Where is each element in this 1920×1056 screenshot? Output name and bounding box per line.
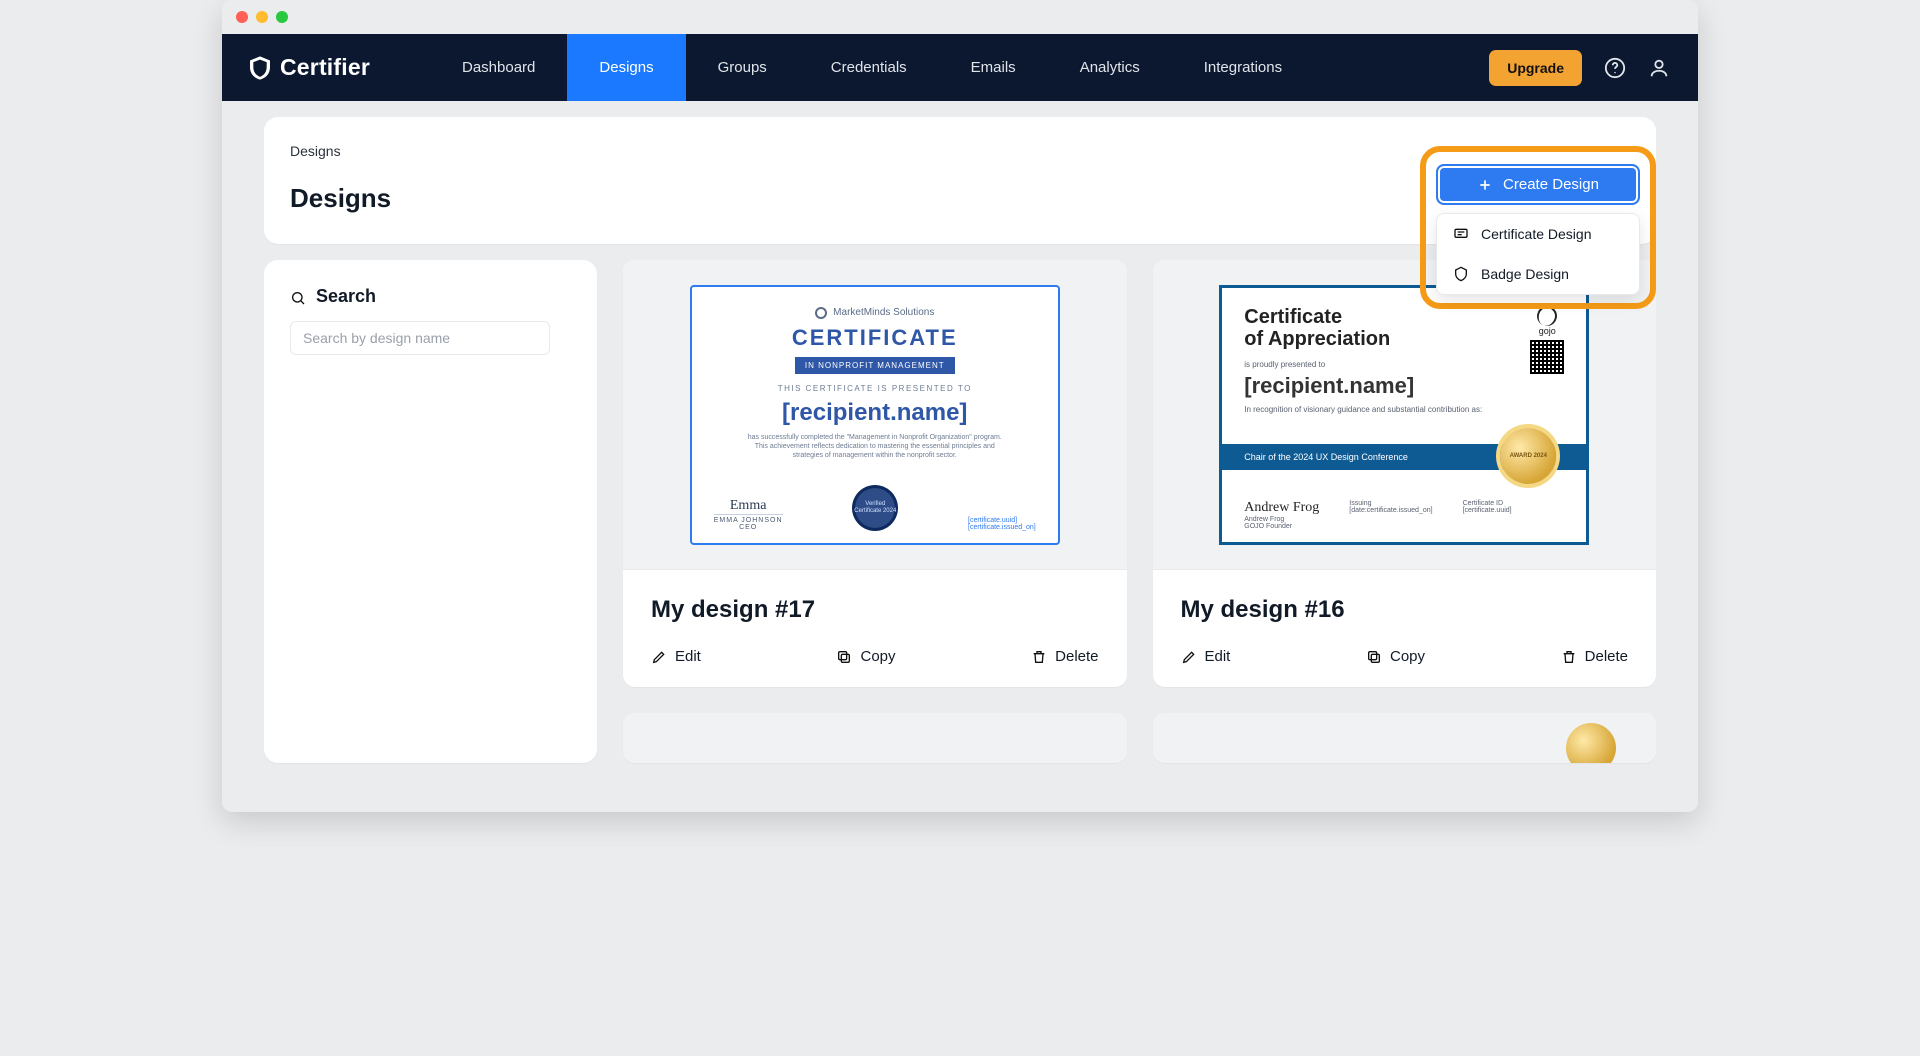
brand-logo[interactable]: Certifier: [250, 54, 370, 81]
edit-button[interactable]: Edit: [651, 648, 701, 665]
nav-emails[interactable]: Emails: [939, 34, 1048, 101]
top-navbar: Certifier Dashboard Designs Groups Crede…: [222, 34, 1698, 101]
copy-label: Copy: [1390, 648, 1425, 665]
trash-icon: [1561, 649, 1577, 665]
window-minimize-icon[interactable]: [256, 11, 268, 23]
award-medal-icon: AWARD 2024: [1500, 428, 1556, 484]
upgrade-button[interactable]: Upgrade: [1489, 50, 1582, 86]
cert2-title2: of Appreciation: [1244, 328, 1390, 350]
edit-label: Edit: [1205, 648, 1231, 665]
dropdown-certificate-design[interactable]: Certificate Design: [1437, 214, 1639, 254]
create-design-highlight: Create Design Certificate Design Badge D…: [1420, 146, 1656, 309]
certificate-preview: Certificateof Appreciation is proudly pr…: [1219, 285, 1589, 545]
create-design-dropdown: Certificate Design Badge Design: [1436, 213, 1640, 295]
cert-signer-name: EMMA JOHNSON: [714, 517, 783, 524]
design-title: My design #16: [1153, 570, 1657, 644]
cert-body: has successfully completed the "Manageme…: [720, 433, 1030, 460]
help-icon[interactable]: [1604, 57, 1626, 79]
search-label: Search: [290, 286, 571, 307]
delete-label: Delete: [1055, 648, 1098, 665]
design-card[interactable]: MarketMinds Solutions CERTIFICATE IN NON…: [623, 260, 1127, 687]
pencil-icon: [1181, 649, 1197, 665]
trash-icon: [1031, 649, 1047, 665]
cert-presented: THIS CERTIFICATE IS PRESENTED TO: [720, 384, 1030, 393]
window-close-icon[interactable]: [236, 11, 248, 23]
copy-button[interactable]: Copy: [1366, 648, 1425, 665]
dropdown-item-label: Badge Design: [1481, 266, 1569, 282]
create-design-button[interactable]: Create Design: [1436, 164, 1640, 205]
seal-icon: Verified Certificate 2024: [852, 485, 898, 531]
delete-button[interactable]: Delete: [1031, 648, 1098, 665]
qr-code-icon: [1530, 340, 1564, 374]
copy-icon: [1366, 649, 1382, 665]
nav-groups[interactable]: Groups: [686, 34, 799, 101]
edit-button[interactable]: Edit: [1181, 648, 1231, 665]
nav-integrations[interactable]: Integrations: [1172, 34, 1314, 101]
delete-label: Delete: [1585, 648, 1628, 665]
design-card-peek[interactable]: [1153, 713, 1657, 763]
copy-label: Copy: [860, 648, 895, 665]
search-icon: [290, 289, 306, 305]
cert-meta-uuid: [certificate.uuid]: [968, 517, 1036, 524]
cert2-col2-label: Issuing: [1349, 500, 1432, 507]
cert2-signer-name: Andrew Frog: [1244, 516, 1319, 523]
window-titlebar: [222, 0, 1698, 34]
design-title: My design #17: [623, 570, 1127, 644]
cert2-sig-script: Andrew Frog: [1244, 500, 1319, 516]
certificate-preview: MarketMinds Solutions CERTIFICATE IN NON…: [690, 285, 1060, 545]
dropdown-item-label: Certificate Design: [1481, 226, 1592, 242]
cert-meta-date: [certificate.issued_on]: [968, 524, 1036, 531]
profile-icon[interactable]: [1648, 57, 1670, 79]
cert2-col3-value: [certificate.uuid]: [1463, 507, 1512, 514]
brand-name: Certifier: [280, 54, 370, 81]
cert-recipient: [recipient.name]: [720, 399, 1030, 427]
cert2-signer-role: GOJO Founder: [1244, 523, 1319, 530]
cert-brand: MarketMinds Solutions: [833, 307, 934, 318]
copy-icon: [836, 649, 852, 665]
cert2-recipient: [recipient.name]: [1244, 373, 1482, 399]
cert2-col2-value: [date:certificate.issued_on]: [1349, 507, 1432, 514]
search-label-text: Search: [316, 286, 376, 307]
cert-signer-role: CEO: [739, 524, 757, 531]
certificate-icon: [1453, 226, 1469, 242]
search-input[interactable]: [290, 321, 550, 355]
nav-designs[interactable]: Designs: [567, 34, 685, 101]
badge-icon: [1453, 266, 1469, 282]
delete-button[interactable]: Delete: [1561, 648, 1628, 665]
cert-heading: CERTIFICATE: [720, 325, 1030, 351]
window-maximize-icon[interactable]: [276, 11, 288, 23]
cert2-title1: Certificate: [1244, 306, 1342, 328]
pencil-icon: [651, 649, 667, 665]
nav-credentials[interactable]: Credentials: [799, 34, 939, 101]
cert2-col3-label: Certificate ID: [1463, 500, 1512, 507]
cert-subbar: IN NONPROFIT MANAGEMENT: [795, 357, 955, 374]
cert2-desc: In recognition of visionary guidance and…: [1244, 405, 1482, 414]
design-card[interactable]: Certificateof Appreciation is proudly pr…: [1153, 260, 1657, 687]
plus-icon: [1477, 177, 1493, 193]
cert2-presented: is proudly presented to: [1244, 360, 1482, 369]
designs-grid: MarketMinds Solutions CERTIFICATE IN NON…: [623, 260, 1656, 763]
search-panel: Search: [264, 260, 597, 763]
create-button-label: Create Design: [1503, 176, 1599, 193]
cert2-partner: gojo: [1539, 326, 1556, 336]
design-thumbnail: MarketMinds Solutions CERTIFICATE IN NON…: [623, 260, 1127, 570]
edit-label: Edit: [675, 648, 701, 665]
brand-logo-icon: [250, 56, 270, 80]
copy-button[interactable]: Copy: [836, 648, 895, 665]
nav-dashboard[interactable]: Dashboard: [430, 34, 567, 101]
design-card-peek[interactable]: [623, 713, 1127, 763]
nav-analytics[interactable]: Analytics: [1048, 34, 1172, 101]
dropdown-badge-design[interactable]: Badge Design: [1437, 254, 1639, 294]
